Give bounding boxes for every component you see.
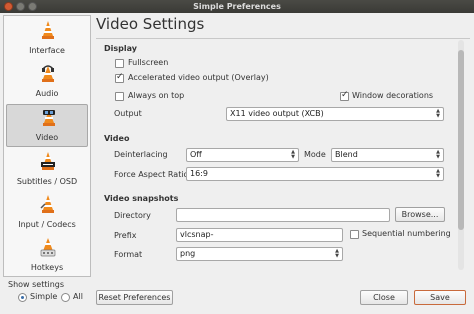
display-section-title: Display <box>104 44 137 53</box>
window-decorations-label: Window decorations <box>352 91 434 100</box>
codecs-cone-icon <box>40 195 54 213</box>
show-settings-label: Show settings <box>8 280 65 289</box>
snapshots-section-title: Video snapshots <box>104 194 179 203</box>
sidebar-item-audio[interactable]: Audio <box>6 61 88 104</box>
updown-arrows-icon: ▲ ▼ <box>436 108 440 119</box>
accelerated-output-label: Accelerated video output (Overlay) <box>128 73 269 82</box>
settings-scrollbar[interactable] <box>458 40 464 270</box>
window-minimize-icon[interactable] <box>16 2 25 11</box>
fullscreen-label: Fullscreen <box>128 58 169 67</box>
scrollbar-thumb[interactable] <box>458 50 464 230</box>
sequential-numbering-label: Sequential numbering <box>362 229 451 238</box>
mode-select[interactable]: Blend ▲ ▼ <box>331 148 444 162</box>
aspect-ratio-value: 16:9 <box>190 169 208 178</box>
reset-preferences-button[interactable]: Reset Preferences <box>96 290 173 305</box>
accelerated-output-checkbox[interactable] <box>115 72 124 83</box>
hotkeys-cone-icon <box>40 238 56 257</box>
mode-select-value: Blend <box>335 150 358 159</box>
window-titlebar: Simple Preferences <box>0 0 474 13</box>
window-close-icon[interactable] <box>4 2 13 11</box>
close-button[interactable]: Close <box>360 290 408 305</box>
updown-arrows-icon: ▲ ▼ <box>436 149 440 160</box>
sidebar-item-label: Interface <box>29 46 65 55</box>
subtitles-cone-icon <box>41 152 55 170</box>
sidebar-item-label: Subtitles / OSD <box>16 177 78 186</box>
prefix-label: Prefix <box>114 231 137 240</box>
output-select-value: X11 video output (XCB) <box>230 109 324 118</box>
always-on-top-label: Always on top <box>128 91 185 100</box>
show-settings-simple-label: Simple <box>30 292 58 301</box>
sidebar-item-input-codecs[interactable]: Input / Codecs <box>6 192 88 235</box>
show-settings-all-radio[interactable] <box>61 293 70 302</box>
sidebar-item-label: Video <box>35 133 59 142</box>
mode-label: Mode <box>304 150 326 159</box>
sidebar-item-label: Audio <box>35 89 59 98</box>
directory-label: Directory <box>114 211 151 220</box>
fullscreen-checkbox[interactable] <box>115 59 124 68</box>
updown-arrows-icon: ▲ ▼ <box>436 168 440 179</box>
window-maximize-icon[interactable] <box>28 2 37 11</box>
sidebar-item-video[interactable]: Video <box>6 104 88 147</box>
sequential-numbering-checkbox[interactable] <box>350 230 359 239</box>
video-cone-icon <box>43 110 55 126</box>
vlc-cone-icon <box>42 21 54 39</box>
aspect-ratio-label: Force Aspect Ratio <box>114 170 189 179</box>
deinterlacing-select-value: Off <box>190 150 202 159</box>
output-label: Output <box>114 109 142 118</box>
directory-input[interactable] <box>176 208 390 222</box>
deinterlacing-label: Deinterlacing <box>114 150 168 159</box>
format-select-value: png <box>180 249 196 258</box>
format-label: Format <box>114 250 143 259</box>
audio-cone-icon <box>42 65 54 82</box>
sidebar-item-interface[interactable]: Interface <box>6 18 88 61</box>
show-settings-simple-radio[interactable] <box>18 293 27 302</box>
window-title: Simple Preferences <box>193 2 281 11</box>
video-section-title: Video <box>104 134 130 143</box>
sidebar-item-label: Hotkeys <box>30 263 64 272</box>
sidebar-item-hotkeys[interactable]: Hotkeys <box>6 235 88 278</box>
format-select[interactable]: png ▲ ▼ <box>176 247 343 261</box>
always-on-top-checkbox[interactable] <box>115 92 124 101</box>
save-button[interactable]: Save <box>414 290 466 305</box>
page-title: Video Settings <box>96 15 205 33</box>
updown-arrows-icon: ▲ ▼ <box>335 248 339 259</box>
sidebar-item-label: Input / Codecs <box>18 220 76 229</box>
prefix-input[interactable]: vlcsnap- <box>176 228 343 242</box>
updown-arrows-icon: ▲ ▼ <box>291 149 295 160</box>
category-sidebar: Interface Audio Video Subtitles / OSD In… <box>3 15 91 277</box>
deinterlacing-select[interactable]: Off ▲ ▼ <box>186 148 299 162</box>
show-settings-all-label: All <box>73 292 83 301</box>
output-select[interactable]: X11 video output (XCB) ▲ ▼ <box>226 107 444 121</box>
aspect-ratio-select[interactable]: 16:9 ▲ ▼ <box>186 167 444 181</box>
window-decorations-checkbox[interactable] <box>340 90 349 101</box>
sidebar-item-subtitles-osd[interactable]: Subtitles / OSD <box>6 149 88 192</box>
browse-button[interactable]: Browse... <box>395 207 445 222</box>
